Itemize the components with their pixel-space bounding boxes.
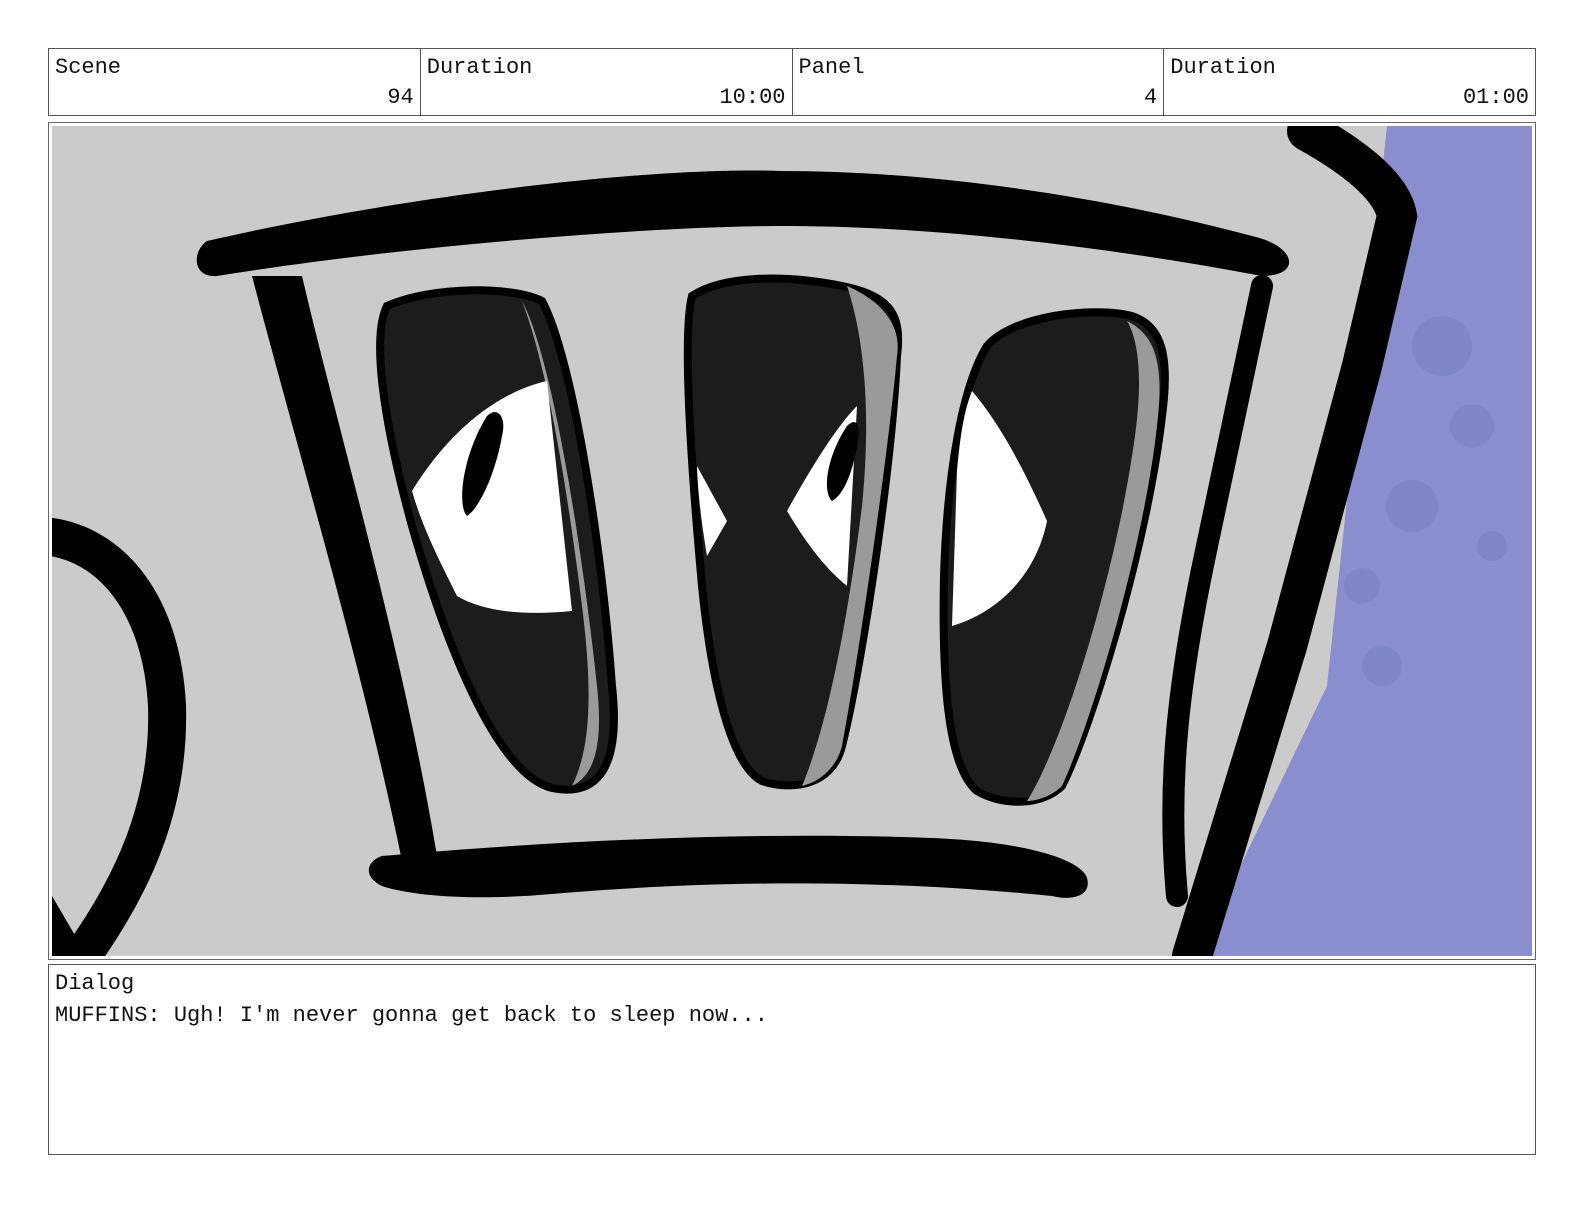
panel-illustration	[52, 126, 1532, 956]
panel-duration-value: 01:00	[1462, 85, 1529, 110]
scene-duration-cell: Duration 10:00	[421, 49, 793, 115]
storyboard-panel	[48, 122, 1536, 960]
panel-label: Panel	[798, 55, 865, 80]
scene-duration-label: Duration	[426, 55, 533, 80]
scene-number: 94	[387, 85, 414, 110]
panel-duration-label: Duration	[1170, 55, 1276, 80]
scene-label: Scene	[55, 55, 122, 80]
panel-cell: Panel 4	[793, 49, 1165, 115]
panel-duration-cell: Duration 01:00	[1164, 49, 1535, 115]
dialog-label: Dialog	[55, 971, 135, 996]
panel-number: 4	[1144, 85, 1158, 110]
scene-cell: Scene 94	[49, 49, 421, 115]
scene-duration-value: 10:00	[719, 85, 786, 110]
dialog-text: MUFFINS: Ugh! I'm never gonna get back t…	[55, 1003, 768, 1028]
panel-header: Scene 94 Duration 10:00 Panel 4 Duration…	[48, 48, 1536, 116]
dialog-box: Dialog MUFFINS: Ugh! I'm never gonna get…	[48, 964, 1536, 1155]
